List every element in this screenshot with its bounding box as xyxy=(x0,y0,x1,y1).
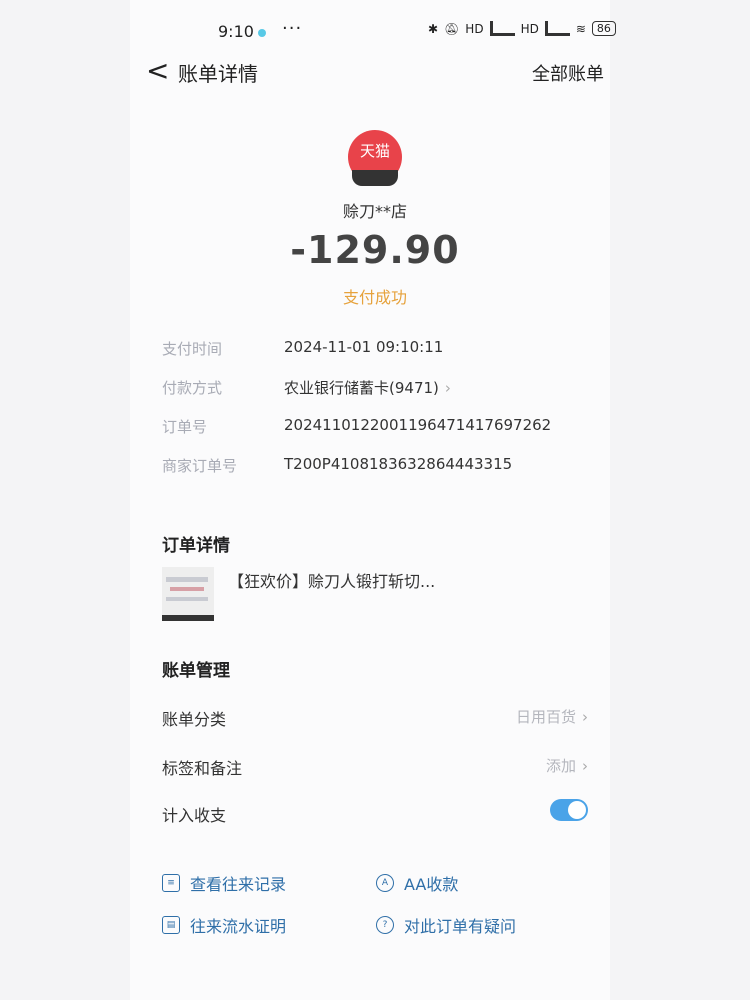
order-question-label: 对此订单有疑问 xyxy=(404,917,517,936)
aa-collect-label: AA收款 xyxy=(404,875,459,894)
mute-icon: 🔕︎ xyxy=(444,21,460,36)
thumb-stripe xyxy=(166,597,208,601)
thumb-stripe xyxy=(166,577,208,582)
pay-time-value: 2024-11-01 09:10:11 xyxy=(284,338,444,356)
bill-category-value[interactable]: 日用百货 › xyxy=(516,706,588,727)
hd-label-2: HD xyxy=(520,21,539,36)
order-no-label: 订单号 xyxy=(162,418,208,436)
merchant-order-no-value[interactable]: T200P4108183632864443315 xyxy=(284,455,512,473)
income-expense-toggle[interactable] xyxy=(550,799,588,821)
tag-note-add[interactable]: 添加 › xyxy=(546,755,588,776)
battery-icon: 86 xyxy=(591,21,616,36)
category-text: 日用百货 xyxy=(515,708,576,726)
toggle-knob xyxy=(568,801,586,819)
record-icon: ≡ xyxy=(162,874,180,892)
nav-bar: < 账单详情 全部账单 xyxy=(130,55,610,89)
bluetooth-icon: ✱ xyxy=(428,21,439,36)
status-time: 9:10 xyxy=(218,22,254,41)
all-bills-link[interactable]: 全部账单 xyxy=(532,60,604,86)
payment-status: 支付成功 xyxy=(342,288,407,307)
product-title[interactable]: 【狂欢价】赊刀人锻打斩切... xyxy=(228,568,435,592)
chevron-right-icon: › xyxy=(582,757,588,775)
chevron-right-icon: › xyxy=(582,708,588,726)
signal-icon xyxy=(544,21,570,36)
bill-management-title: 账单管理 xyxy=(162,661,230,681)
view-history-button[interactable]: ≡ 查看往来记录 xyxy=(162,871,286,895)
logo-text: 天猫 xyxy=(359,142,390,160)
hd-label-1: HD xyxy=(465,21,484,36)
tag-note-label: 标签和备注 xyxy=(162,759,243,778)
more-dots-icon: ··· xyxy=(282,18,303,39)
dot-icon xyxy=(258,29,266,37)
aa-icon: A xyxy=(376,874,394,892)
order-detail-title: 订单详情 xyxy=(162,536,230,556)
order-no-value[interactable]: 2024110122001196471417697262 xyxy=(284,416,551,434)
chevron-right-icon: › xyxy=(444,379,451,397)
bill-detail-screen: 9:10 ··· ✱ 🔕︎ HD HD ≋ 86 < 账单详情 全部账单 天猫 … xyxy=(130,0,616,1000)
document-icon: ▤ xyxy=(162,916,180,934)
pay-method-label: 付款方式 xyxy=(162,379,223,397)
product-thumbnail[interactable] xyxy=(162,567,214,621)
transaction-proof-label: 往来流水证明 xyxy=(190,917,287,936)
status-icons: ✱ 🔕︎ HD HD ≋ 86 xyxy=(428,21,616,36)
status-bar: 9:10 ··· ✱ 🔕︎ HD HD ≋ 86 xyxy=(130,18,616,46)
pay-method-text: 农业银行储蓄卡(9471) xyxy=(284,379,439,397)
aa-collect-button[interactable]: A AA收款 xyxy=(376,871,458,895)
thumb-stripe xyxy=(170,587,204,591)
order-question-button[interactable]: ? 对此订单有疑问 xyxy=(376,913,516,937)
page-title: 账单详情 xyxy=(178,62,258,86)
pay-time-label: 支付时间 xyxy=(162,340,223,358)
view-history-label: 查看往来记录 xyxy=(190,875,287,894)
merchant-name: 赊刀**店 xyxy=(342,202,407,221)
question-icon: ? xyxy=(376,916,394,934)
payment-amount: -129.90 xyxy=(290,228,460,272)
merchant-order-no-label: 商家订单号 xyxy=(162,457,238,475)
signal-icon xyxy=(489,21,515,36)
pay-method-value[interactable]: 农业银行储蓄卡(9471) › xyxy=(284,377,451,398)
add-text: 添加 xyxy=(545,757,576,775)
income-expense-label: 计入收支 xyxy=(162,806,227,825)
wifi-icon: ≋ xyxy=(575,21,586,36)
bill-category-label: 账单分类 xyxy=(162,710,227,729)
logo-base xyxy=(352,170,398,186)
back-icon[interactable]: < xyxy=(146,57,169,85)
transaction-proof-button[interactable]: ▤ 往来流水证明 xyxy=(162,913,286,937)
